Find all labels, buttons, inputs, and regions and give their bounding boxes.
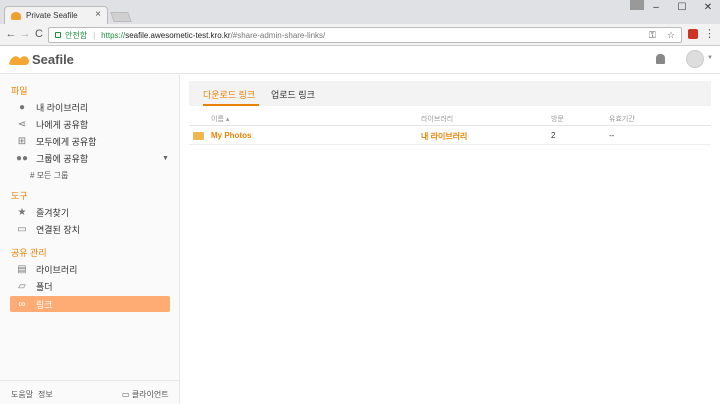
clients-link[interactable]: ▭ 클라이언트 <box>122 389 169 400</box>
avatar-caret-icon[interactable]: ▼ <box>707 55 713 61</box>
link-icon: ∞ <box>18 298 26 310</box>
url-scheme: https:// <box>101 30 126 40</box>
sidebar-item-all-groups[interactable]: # 모든 그룹 <box>30 170 68 181</box>
sidebar-item-shared-with-all[interactable]: ⊞ 모두에게 공유함 <box>10 133 170 149</box>
logo-text[interactable]: Seafile <box>32 52 74 67</box>
forward-button[interactable]: → <box>18 28 32 40</box>
url-path: /#share-admin-share-links/ <box>230 30 326 40</box>
back-button[interactable]: ← <box>4 28 18 40</box>
new-tab-button[interactable] <box>110 12 132 22</box>
notification-bell-icon[interactable] <box>656 54 665 64</box>
sidebar-item-label: 연결된 장치 <box>36 224 80 235</box>
folder-icon <box>193 132 204 140</box>
share-link-name[interactable]: My Photos <box>211 131 251 140</box>
share-link-visits: 2 <box>551 131 556 140</box>
desktop-icon: ▭ <box>122 390 132 399</box>
share-admin-section-title: 공유 관리 <box>11 248 47 258</box>
key-icon[interactable]: ⚿ <box>649 30 656 41</box>
minimize-button[interactable]: – <box>646 2 666 13</box>
sidebar-item-label: 라이브러리 <box>36 264 78 275</box>
close-window-button[interactable]: ✕ <box>698 2 718 13</box>
sidebar-item-label: 나에게 공유함 <box>36 119 89 130</box>
app-header: Seafile ▼ <box>0 46 720 74</box>
library-icon: ▤ <box>17 263 27 275</box>
bookmark-star-icon[interactable]: ☆ <box>667 30 675 41</box>
browser-toolbar: ← → C 안전함 | https:// seafile.awesometic-… <box>0 24 720 46</box>
sidebar-item-linked-devices[interactable]: ▭ 연결된 장치 <box>10 221 170 237</box>
tab-title: Private Seafile <box>26 11 78 20</box>
table-row[interactable]: My Photos 내 라이브러리 2 -- <box>189 127 711 145</box>
share-link-expiry: -- <box>609 131 615 140</box>
clients-label: 클라이언트 <box>131 390 169 399</box>
url-separator: | <box>93 30 96 40</box>
hash-icon: # <box>30 171 37 180</box>
lock-icon <box>55 32 61 38</box>
column-header-library: 라이브러리 <box>421 116 454 123</box>
sidebar-item-my-libraries[interactable]: ● 내 라이브러리 <box>10 99 170 115</box>
column-header-expiry: 유효기간 <box>609 116 635 123</box>
tab-download-links[interactable]: 다운로드 링크 <box>203 88 255 101</box>
tools-section-title: 도구 <box>11 191 28 201</box>
profile-icon[interactable] <box>630 0 644 10</box>
active-tab-indicator <box>203 104 259 106</box>
sidebar-footer: 도움말 정보 ▭ 클라이언트 <box>0 380 180 404</box>
secure-label: 안전함 <box>65 30 88 40</box>
sidebar-item-label: 즐겨찾기 <box>36 207 70 218</box>
sidebar-item-label: 그룹에 공유함 <box>36 153 89 164</box>
table-header: 이름 ▴ 라이브러리 방문 유효기간 <box>189 112 711 126</box>
column-header-name[interactable]: 이름 ▴ <box>211 114 229 124</box>
url-host: seafile.awesometic-test.kro.kr <box>125 30 231 40</box>
sidebar-item-libraries[interactable]: ▤ 라이브러리 <box>10 261 170 277</box>
seafile-favicon-icon <box>11 11 21 20</box>
sidebar-item-folders[interactable]: ▱ 폴더 <box>10 278 170 294</box>
sidebar-item-label: 모든 그룹 <box>36 171 69 180</box>
link-type-tabs: 다운로드 링크 업로드 링크 <box>189 81 711 106</box>
maximize-button[interactable]: ☐ <box>672 2 692 13</box>
share-icon: ⋖ <box>17 118 27 130</box>
browser-tab[interactable]: Private Seafile × <box>4 6 108 24</box>
sidebar-item-shared-with-me[interactable]: ⋖ 나에게 공유함 <box>10 116 170 132</box>
sidebar-item-label: 내 라이브러리 <box>36 102 89 113</box>
close-tab-icon[interactable]: × <box>95 9 101 20</box>
group-icon: ●● <box>15 152 29 164</box>
sidebar-item-label: 폴더 <box>36 281 53 292</box>
folder-open-icon: ▱ <box>18 280 26 292</box>
about-link[interactable]: 정보 <box>38 389 53 400</box>
sidebar-item-links[interactable]: ∞ 링크 <box>10 296 170 312</box>
user-icon: ● <box>18 101 26 113</box>
share-link-library[interactable]: 내 라이브러리 <box>421 131 467 142</box>
sidebar-item-favorites[interactable]: ★ 즐겨찾기 <box>10 204 170 220</box>
star-icon: ★ <box>17 206 27 218</box>
groups-caret-icon[interactable]: ▼ <box>162 155 169 162</box>
extension-shield-icon[interactable] <box>688 29 698 39</box>
sidebar-item-shared-with-groups[interactable]: ●● 그룹에 공유함 <box>10 150 170 166</box>
files-section-title: 파일 <box>11 86 28 96</box>
sidebar-item-label: 모두에게 공유함 <box>36 136 97 147</box>
browser-menu-icon[interactable]: ⋮ <box>704 27 715 40</box>
monitor-icon: ▭ <box>17 223 27 235</box>
user-avatar[interactable] <box>686 50 704 68</box>
reload-button[interactable]: C <box>32 28 46 40</box>
org-icon: ⊞ <box>17 135 27 147</box>
browser-tabbar: Private Seafile × – ☐ ✕ <box>0 0 720 24</box>
sidebar: 파일 ● 내 라이브러리 ⋖ 나에게 공유함 ⊞ 모두에게 공유함 ●● 그룹에… <box>0 74 180 404</box>
seafile-logo-icon[interactable] <box>8 52 30 66</box>
column-header-visits: 방문 <box>551 116 564 123</box>
main-content: 다운로드 링크 업로드 링크 이름 ▴ 라이브러리 방문 유효기간 My Pho… <box>181 74 720 404</box>
address-bar[interactable]: 안전함 | https:// seafile.awesometic-test.k… <box>48 27 682 43</box>
tab-upload-links[interactable]: 업로드 링크 <box>271 88 315 101</box>
sidebar-item-label: 링크 <box>36 299 53 310</box>
help-link[interactable]: 도움말 <box>11 389 33 400</box>
